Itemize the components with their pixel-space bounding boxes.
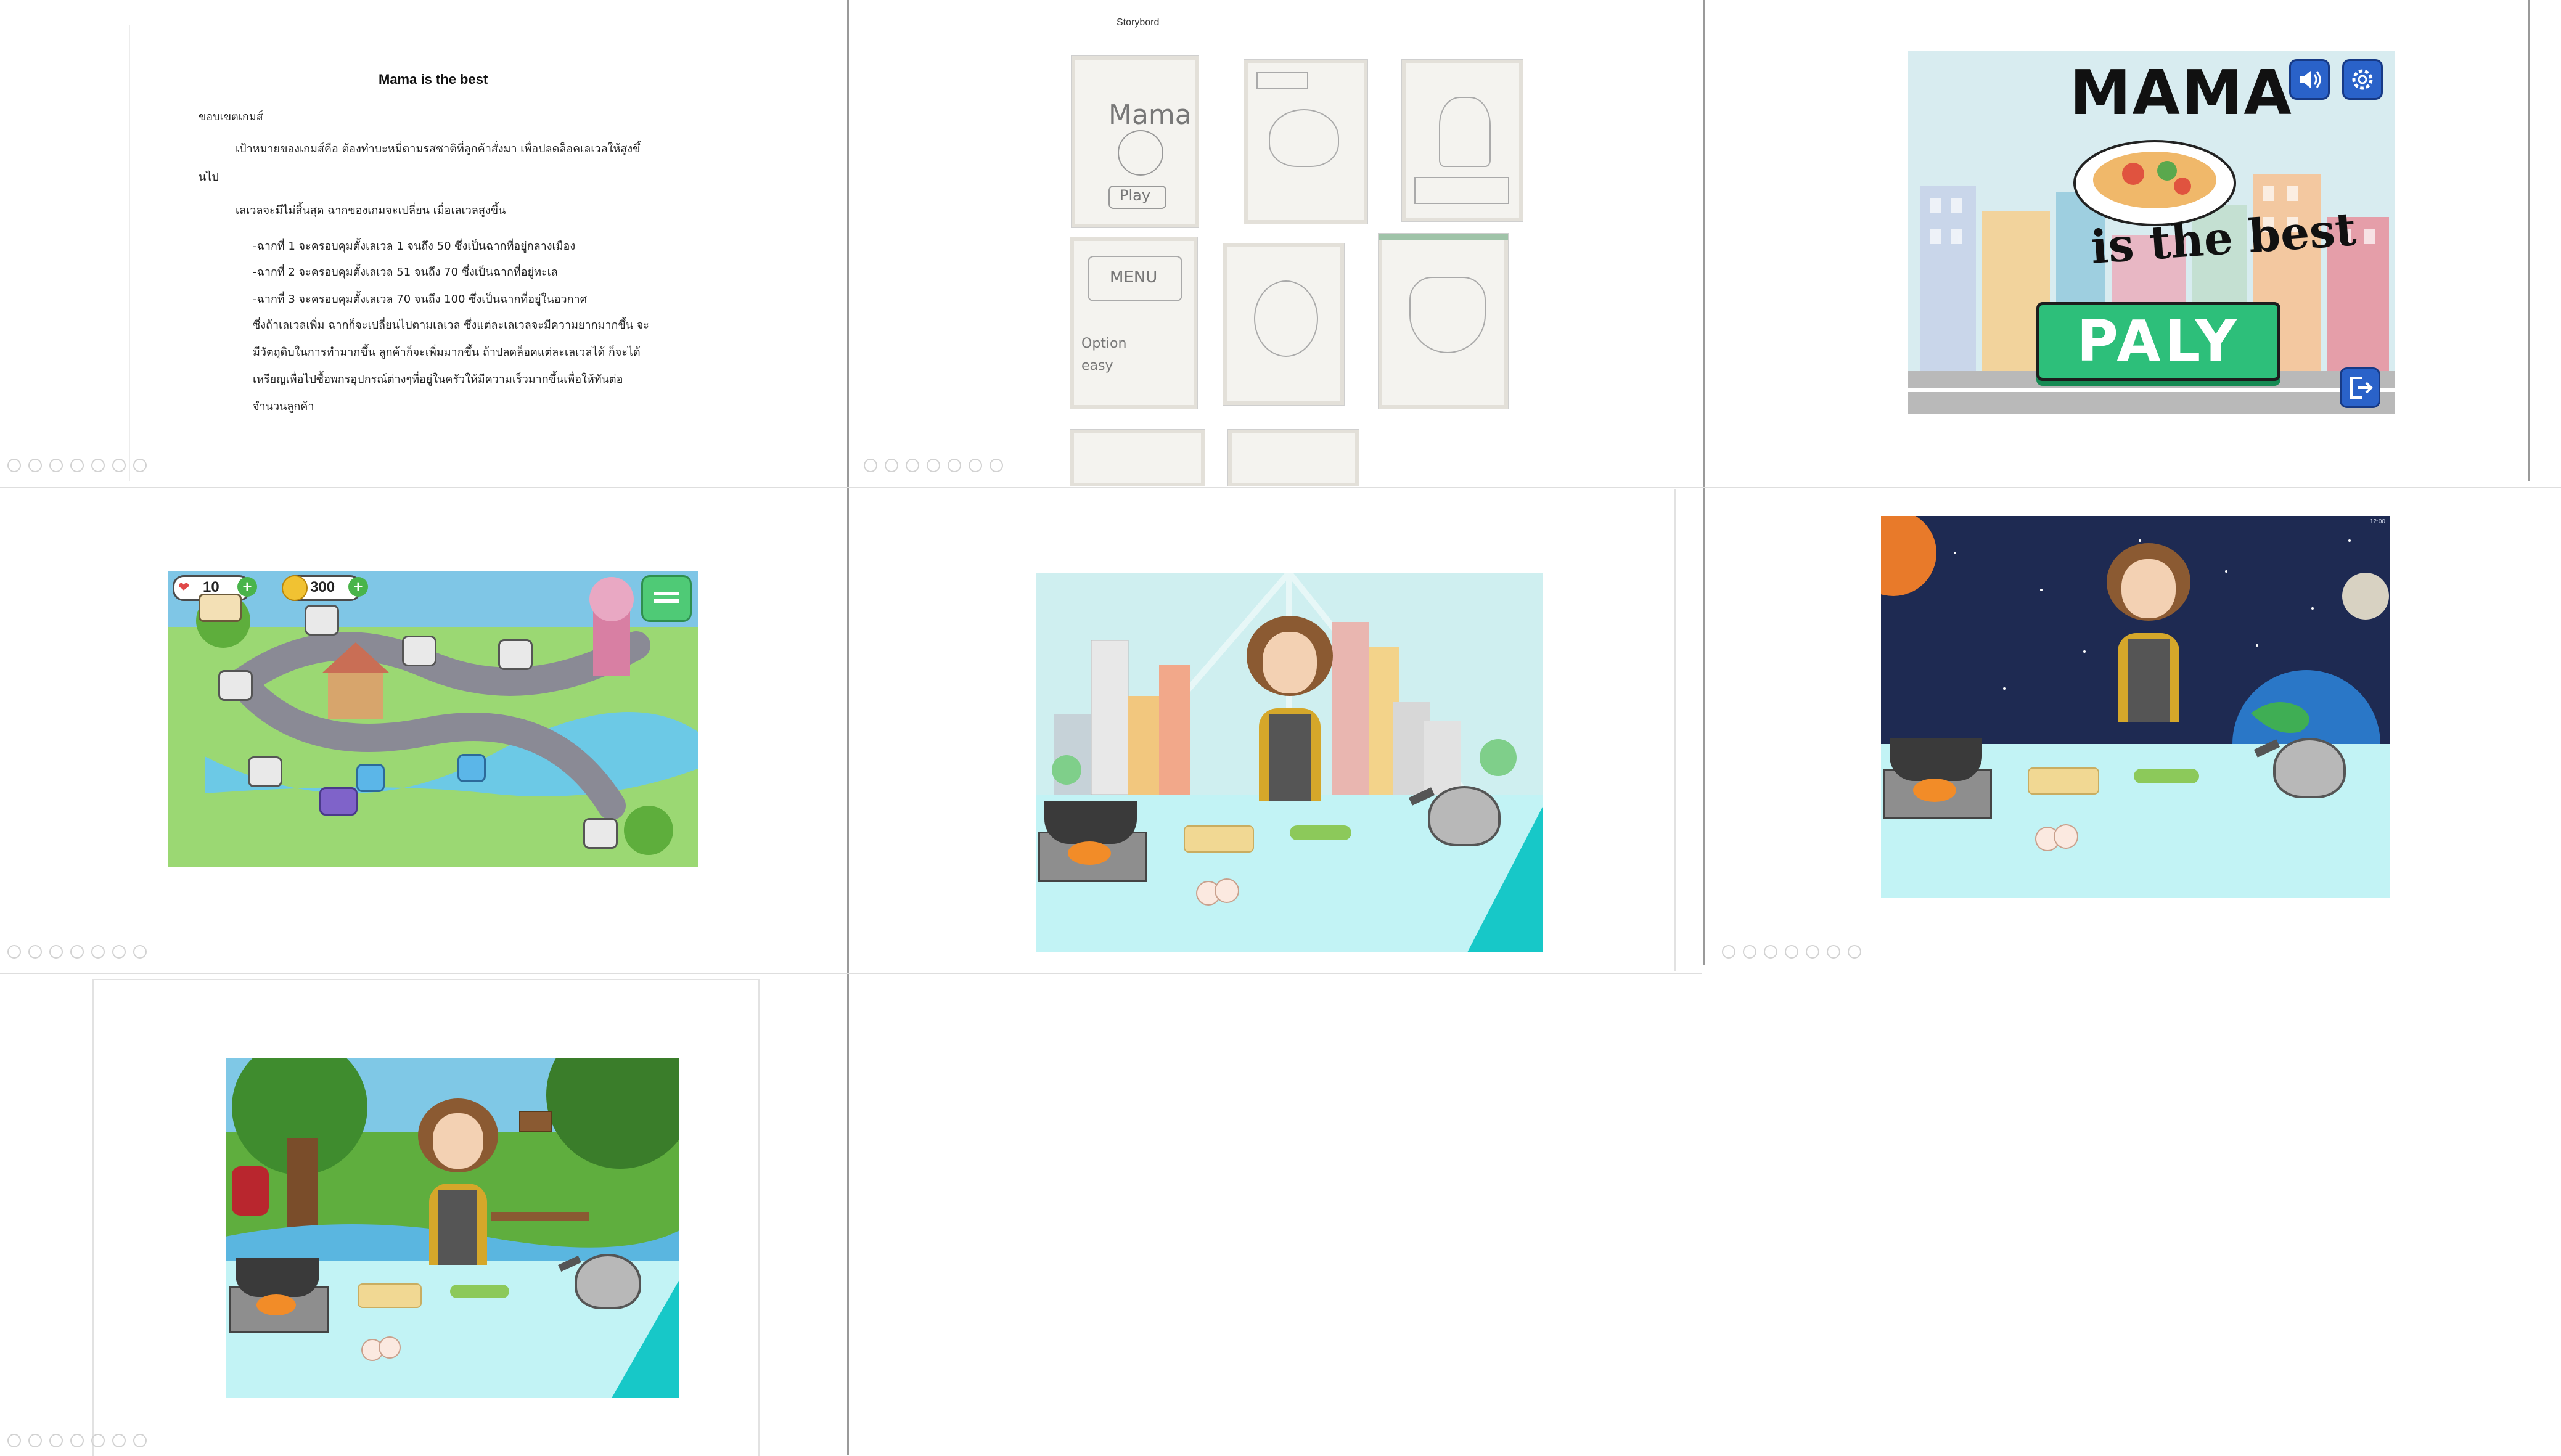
spring-onion[interactable] [2134,769,2199,783]
slide-space-kitchen[interactable]: 12:00 [1705,489,2561,971]
storyboard-title: Storybord [1117,17,1160,28]
slide-level-map[interactable]: ❤ 10 + 300 + [0,489,846,971]
add-coins-icon[interactable]: + [348,577,368,597]
level-node[interactable] [218,670,253,701]
divider-right-edge [2528,0,2530,481]
storyboard-sketch-5 [1223,243,1345,406]
logo-mama: MAMA [2070,57,2293,129]
chef-character [409,1098,508,1265]
teapot[interactable] [2253,726,2359,798]
play-button-label: PALY [2076,308,2240,374]
doc-para3: เหรียญเพื่อไปซื้อพกรอุปกรณ์ต่างๆที่อยู่ใ… [253,373,623,386]
slide-toolbar[interactable] [7,945,147,959]
divider-row2 [0,973,1702,974]
divider-row1 [0,487,2561,488]
storyboard-sketch-4: MENU Option easy [1070,237,1198,409]
level-node[interactable] [457,754,486,782]
eggs[interactable] [1196,878,1239,906]
doc-level3: -ฉากที่ 3 จะครอบคุมตั้งเลเวล 70 จนถึง 10… [253,293,588,306]
exit-icon [2350,377,2373,399]
noodle-pot-stove[interactable] [229,1240,329,1333]
doc-goal-line1: เป้าหมายของเกมส์คือ ต้องทำบะหมี่ตามรสชาต… [236,142,641,155]
teapot[interactable] [1408,774,1514,846]
chef-character [2097,543,2202,722]
play-button[interactable]: PALY [2036,302,2280,381]
doc-title: Mama is the best [379,72,488,87]
add-lives-icon[interactable]: + [237,577,257,597]
slide-forest-kitchen[interactable] [92,979,760,1456]
doc-para2: มีวัตถุดิบในการทำมากขึ้น ลูกค้าก็จะเพิ่ม… [253,346,641,359]
level-node[interactable] [356,764,385,792]
player-cart [319,787,358,816]
signpost [519,1111,552,1132]
slide-city-kitchen[interactable] [849,489,1676,971]
slide-toolbar[interactable] [7,1434,147,1447]
noodle-block[interactable] [358,1283,422,1308]
eggs[interactable] [361,1336,402,1361]
slide-toolbar[interactable] [864,459,1003,472]
slide-toolbar[interactable] [1722,945,1861,959]
speaker-button[interactable] [2289,59,2330,100]
level-node[interactable] [583,818,618,849]
level-node[interactable] [199,594,242,622]
settings-icon [2352,69,2373,90]
menu-icon [654,592,679,595]
slide-toolbar[interactable] [7,459,147,472]
storyboard-sketch-8 [1227,429,1359,486]
title-screen-frame[interactable]: MAMA is the best PALY [1908,51,2395,414]
level-node[interactable] [498,639,533,670]
coins-value: 300 [310,579,335,595]
noodle-pot-stove[interactable] [1038,782,1149,882]
level-map-frame[interactable]: ❤ 10 + 300 + [168,571,698,867]
chef-character [1234,616,1345,801]
doc-level2: -ฉากที่ 2 จะครอบคุมตั้งเลเวล 51 จนถึง 70… [253,266,558,279]
speaker-icon [2300,71,2321,88]
clock-label: 12:00 [2369,518,2385,525]
level-node[interactable] [248,756,282,787]
storyboard-sketch-7 [1070,429,1205,486]
teapot[interactable] [558,1243,654,1309]
storyboard-sketch-3 [1401,59,1523,222]
eggs[interactable] [2035,824,2078,851]
doc-para1: ซึ่งถ้าเลเวลเพิ่ม ฉากก็จะเปลี่ยนไปตามเลเ… [253,319,649,332]
noodle-pot-stove[interactable] [1883,719,1992,819]
menu-button[interactable] [641,575,692,622]
storyboard-sketch-2 [1244,59,1368,224]
coins-counter: 300 + [282,575,368,601]
level-node[interactable] [305,605,339,636]
heart-icon: ❤ [178,579,190,595]
coin-icon [282,575,308,601]
doc-para4: จำนวนลูกค้า [253,400,314,413]
storyboard-sketch-1: Mama Play [1071,55,1199,228]
slide-game-scope-doc[interactable]: Mama is the best ขอบเขตเกมส์ เป้าหมายของ… [0,0,846,486]
doc-level1: -ฉากที่ 1 จะครอบคุมตั้งเลเวล 1 จนถึง 50 … [253,240,576,253]
spring-onion[interactable] [450,1285,509,1298]
level-node[interactable] [402,636,436,666]
settings-button[interactable] [2342,59,2383,100]
city-kitchen-frame[interactable] [1036,573,1543,952]
forest-kitchen-frame[interactable] [226,1058,679,1398]
doc-section-heading: ขอบเขตเกมส์ [199,110,263,123]
storyboard-sketch-6 [1378,233,1509,409]
noodle-block[interactable] [1184,825,1254,853]
space-kitchen-frame[interactable]: 12:00 [1881,516,2390,898]
slide-storyboard[interactable]: Storybord Mama Play MENU Option easy [849,0,1702,486]
map-background [168,571,698,867]
exit-button[interactable] [2340,367,2380,408]
doc-levels-intro: เลเวลจะมีไม่สิ้นสุด ฉากของเกมจะเปลี่ยน เ… [236,204,506,217]
slide-title-screen[interactable]: MAMA is the best PALY [1705,0,2527,486]
spring-onion[interactable] [1290,825,1351,840]
noodle-block[interactable] [2028,767,2099,795]
doc-goal-line2: นไป [199,171,219,184]
